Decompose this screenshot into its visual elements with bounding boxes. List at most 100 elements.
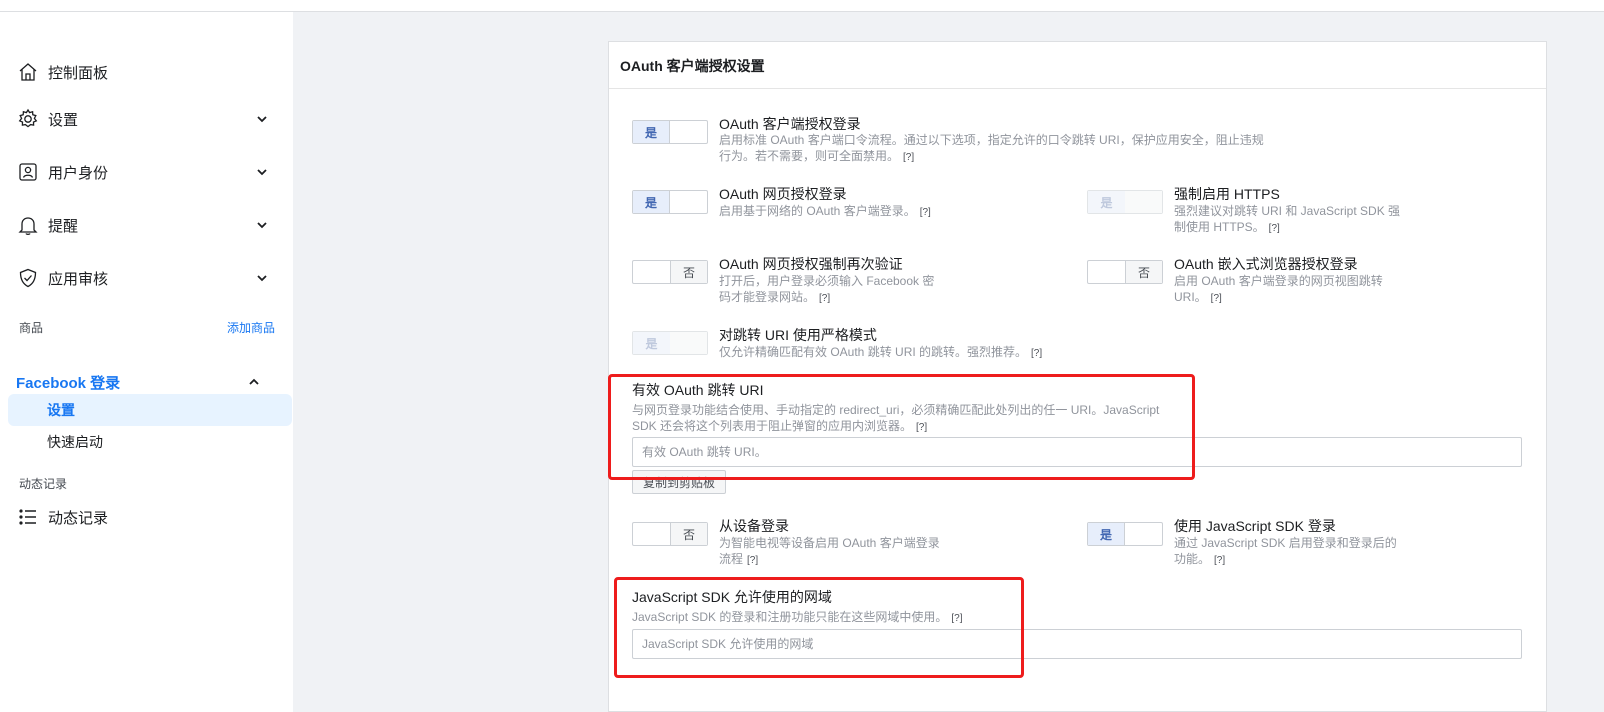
help-link[interactable]: [?]	[951, 613, 962, 624]
desc-text: URI。	[1174, 290, 1207, 304]
toggle-no-empty	[670, 121, 707, 143]
sidebar-item-settings[interactable]: 设置	[16, 101, 278, 137]
client-oauth-login-title: OAuth 客户端授权登录	[719, 116, 861, 132]
toggle-yes: 是	[1088, 191, 1125, 213]
js-sdk-login-toggle[interactable]: 是	[1087, 522, 1163, 546]
help-link[interactable]: [?]	[903, 152, 914, 163]
help-link[interactable]: [?]	[1031, 348, 1042, 359]
desc-line: 打开后，用户登录必须输入 Facebook 密	[719, 274, 935, 288]
toggle-no-empty	[670, 191, 707, 213]
chevron-down-icon	[257, 116, 267, 123]
toggle-yes-empty	[633, 523, 670, 545]
sidebar-item-user-identity[interactable]: 用户身份	[16, 154, 278, 190]
toggle-no-empty	[1125, 191, 1162, 213]
chevron-down-icon	[257, 275, 267, 282]
help-link[interactable]: [?]	[920, 207, 931, 218]
sidebar-item-facebook-login[interactable]: Facebook 登录	[16, 367, 278, 397]
force-reauth-title: OAuth 网页授权强制再次验证	[719, 256, 903, 272]
toggle-yes: 是	[633, 191, 671, 213]
redirect-uri-title: 有效 OAuth 跳转 URI	[632, 382, 764, 398]
desc-text: 启用基于网络的 OAuth 客户端登录。	[719, 204, 916, 218]
gear-icon	[16, 107, 40, 131]
desc-line: URI。 [?]	[1174, 289, 1434, 307]
js-sdk-login-title: 使用 JavaScript SDK 登录	[1174, 518, 1336, 534]
toggle-no: 否	[669, 523, 707, 545]
desc-line: 功能。 [?]	[1174, 551, 1434, 569]
desc-line: 行为。若不需要，则可全面禁用。 [?]	[719, 148, 1319, 166]
desc-line: 启用标准 OAuth 客户端口令流程。通过以下选项，指定允许的口令跳转 URI，…	[719, 133, 1264, 147]
sidebar-item-app-review[interactable]: 应用审核	[16, 260, 278, 296]
facebook-login-label: Facebook 登录	[16, 374, 121, 392]
chevron-down-icon	[257, 222, 267, 229]
device-login-toggle[interactable]: 否	[632, 522, 708, 546]
toggle-yes: 是	[633, 332, 670, 354]
sidebar-subitem-quickstart[interactable]: 快速启动	[8, 426, 292, 458]
chevron-down-icon	[257, 169, 267, 176]
desc-line: 码才能登录网站。 [?]	[719, 289, 979, 307]
add-product-link[interactable]: 添加商品	[227, 319, 275, 336]
bell-icon	[16, 213, 40, 237]
enforce-https-title: 强制启用 HTTPS	[1174, 186, 1280, 202]
desc-line: 流程 [?]	[719, 551, 979, 569]
sidebar-item-dashboard[interactable]: 控制面板	[16, 54, 278, 90]
embedded-browser-toggle[interactable]: 否	[1087, 260, 1163, 284]
device-login-title: 从设备登录	[719, 518, 789, 534]
help-link[interactable]: [?]	[1269, 223, 1280, 234]
desc-text: 功能。	[1174, 552, 1211, 566]
help-link[interactable]: [?]	[1211, 293, 1222, 304]
toggle-no-empty	[1125, 523, 1162, 545]
embedded-browser-title: OAuth 嵌入式浏览器授权登录	[1174, 256, 1358, 272]
force-reauth-toggle[interactable]: 否	[632, 260, 708, 284]
enforce-https-desc: 强烈建议对跳转 URI 和 JavaScript SDK 强 制使用 HTTPS…	[1174, 203, 1434, 237]
help-link[interactable]: [?]	[916, 422, 927, 433]
redirect-uri-desc: 与网页登录功能结合使用、手动指定的 redirect_uri，必须精确匹配此处列…	[632, 402, 1202, 436]
help-link[interactable]: [?]	[819, 293, 830, 304]
js-sdk-domains-input[interactable]	[632, 629, 1522, 659]
toggle-yes: 是	[1088, 523, 1126, 545]
js-sdk-domains-desc: JavaScript SDK 的登录和注册功能只能在这些网域中使用。 [?]	[632, 609, 1032, 627]
client-oauth-login-desc: 启用标准 OAuth 客户端口令流程。通过以下选项，指定允许的口令跳转 URI，…	[719, 132, 1319, 166]
device-login-desc: 为智能电视等设备启用 OAuth 客户端登录 流程 [?]	[719, 535, 979, 569]
js-sdk-domains-title: JavaScript SDK 允许使用的网域	[632, 589, 832, 605]
toggle-yes-empty	[1088, 261, 1125, 283]
sidebar-item-label: 设置	[48, 111, 79, 129]
web-oauth-login-toggle[interactable]: 是	[632, 190, 708, 214]
desc-line: 通过 JavaScript SDK 启用登录和登录后的	[1174, 536, 1397, 550]
toggle-no: 否	[1124, 261, 1162, 283]
sidebar-item-alerts[interactable]: 提醒	[16, 207, 278, 243]
desc-text: 码才能登录网站。	[719, 290, 816, 304]
web-oauth-login-title: OAuth 网页授权登录	[719, 186, 847, 202]
shield-check-icon	[16, 266, 40, 290]
desc-line: 与网页登录功能结合使用、手动指定的 redirect_uri，必须精确匹配此处列…	[632, 403, 1160, 417]
js-sdk-login-desc: 通过 JavaScript SDK 启用登录和登录后的 功能。 [?]	[1174, 535, 1434, 569]
top-bar	[0, 0, 1604, 12]
embedded-browser-desc: 启用 OAuth 客户端登录的网页视图跳转 URI。 [?]	[1174, 273, 1434, 307]
desc-line: 为智能电视等设备启用 OAuth 客户端登录	[719, 536, 940, 550]
desc-text: JavaScript SDK 的登录和注册功能只能在这些网域中使用。	[632, 610, 948, 624]
chevron-up-icon	[249, 378, 259, 385]
sidebar-subitem-settings[interactable]: 设置	[8, 394, 292, 426]
sidebar: 控制面板 设置 用户身份 提醒 应用审核 商品 添加商品 Facebook 登录…	[0, 12, 300, 712]
sidebar-item-activity-log[interactable]: 动态记录	[16, 499, 278, 535]
strict-mode-title: 对跳转 URI 使用严格模式	[719, 327, 877, 343]
panel-title: OAuth 客户端授权设置	[609, 42, 1546, 89]
desc-text: 制使用 HTTPS。	[1174, 220, 1265, 234]
sidebar-item-label: 提醒	[48, 217, 79, 235]
toggle-yes-empty	[633, 261, 670, 283]
desc-line: 启用 OAuth 客户端登录的网页视图跳转	[1174, 274, 1383, 288]
redirect-uri-input[interactable]	[632, 437, 1522, 467]
enforce-https-toggle: 是	[1087, 190, 1163, 214]
desc-text: 仅允许精确匹配有效 OAuth 跳转 URI 的跳转。强烈推荐。	[719, 345, 1028, 359]
copy-to-clipboard-button[interactable]: 复制到剪贴板	[632, 470, 726, 494]
strict-mode-desc: 仅允许精确匹配有效 OAuth 跳转 URI 的跳转。强烈推荐。 [?]	[719, 344, 1119, 362]
help-link[interactable]: [?]	[747, 555, 758, 566]
client-oauth-login-toggle[interactable]: 是	[632, 120, 708, 144]
desc-text: 行为。若不需要，则可全面禁用。	[719, 149, 900, 163]
desc-line: 制使用 HTTPS。 [?]	[1174, 219, 1434, 237]
sidebar-item-label: 动态记录	[48, 509, 109, 527]
products-section-label: 商品	[19, 321, 44, 335]
sidebar-item-label: 用户身份	[48, 164, 109, 182]
list-icon	[16, 505, 40, 529]
toggle-yes: 是	[633, 121, 671, 143]
help-link[interactable]: [?]	[1214, 555, 1225, 566]
